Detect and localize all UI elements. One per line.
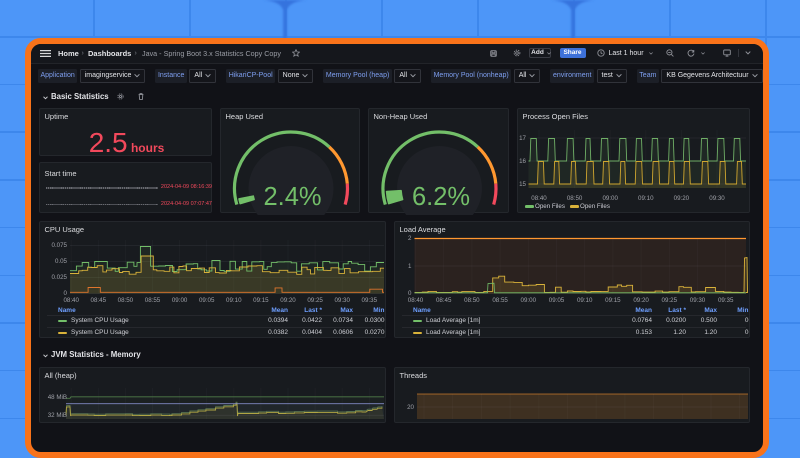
svg-text:6.2%: 6.2% [412,183,470,211]
svg-text:2.4%: 2.4% [263,183,321,211]
